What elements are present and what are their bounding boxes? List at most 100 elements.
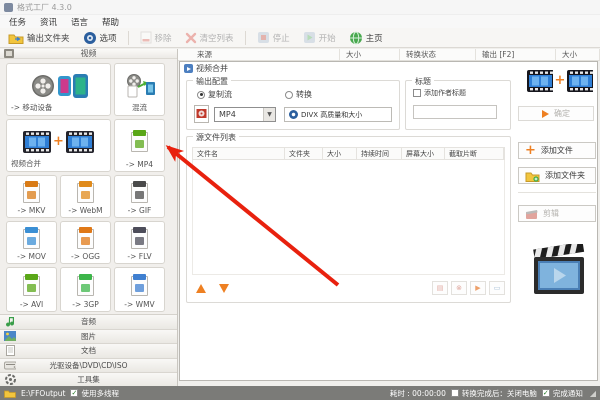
webm-file-icon [77,180,94,203]
video-file-icon [184,64,193,73]
3gp-file-icon [77,273,94,296]
ok-button[interactable]: 确定 [518,106,594,121]
menu-language[interactable]: 语言 [71,16,88,28]
output-folder-button[interactable]: 输出文件夹 [6,29,72,47]
file-list-body[interactable] [192,160,505,275]
menu-help[interactable]: 帮助 [102,16,119,28]
sidebar-section-audio[interactable]: 音频 [0,315,177,330]
column-source[interactable]: 来源 [178,49,340,60]
card-video-merge[interactable]: + 视频合并 [6,119,111,172]
wmv-file-icon [131,273,148,296]
column-clip[interactable]: 截取片断 [445,148,504,159]
folder-icon [4,389,16,398]
card-to-flv[interactable]: -> FLV [114,221,165,264]
chevron-down-icon: ▼ [263,108,275,121]
ogg-file-icon [77,226,94,249]
sidebar-section-optical[interactable]: 光驱设备\DVD\CD\ISO [0,358,177,373]
sidebar-section-video[interactable]: 视频 [0,49,177,59]
column-filesize[interactable]: 大小 [323,148,357,159]
title-group: 标题 添加作者标题 [405,76,511,130]
resize-grip[interactable]: ◢ [590,389,596,398]
flv-file-icon [131,226,148,249]
column-status[interactable]: 转换状态 [400,49,476,60]
card-to-mp4[interactable]: -> MP4 [114,119,165,172]
elapsed-time: 耗时 : 00:00:00 [389,388,446,398]
format-select[interactable]: MP4 ▼ [214,107,276,122]
remove-icon [140,31,152,44]
video-merge-dialog: 视频合并 输出配置 复制流 转换 MP4 ▼ DIVX 高质量和大小 标题 添加… [179,61,598,381]
column-folder[interactable]: 文件夹 [285,148,323,159]
radio-convert[interactable]: 转换 [285,89,312,100]
sidebar: 视频 -> 移动设备 混流 + 视频合并 -> MP4 -> MKV -> We… [0,49,178,388]
add-file-button[interactable]: + 添加文件 [518,142,596,159]
menu-task[interactable]: 任务 [9,16,26,28]
divider [518,192,596,193]
card-to-mkv[interactable]: -> MKV [6,175,57,218]
output-path[interactable]: E:\FFOutput [21,389,65,398]
checkbox-icon [450,389,459,397]
move-up-button[interactable] [196,283,206,293]
window-title: 格式工厂 4.3.0 [17,2,72,12]
radio-icon [285,90,293,99]
author-title-input[interactable] [413,105,497,119]
column-output[interactable]: 输出 [F2] [476,49,556,60]
column-filename[interactable]: 文件名 [193,148,285,159]
card-to-3gp[interactable]: -> 3GP [60,267,111,312]
menu-news[interactable]: 资讯 [40,16,57,28]
remove-button[interactable]: 移除 [138,29,174,47]
card-to-mov[interactable]: -> MOV [6,221,57,264]
plus-icon: + [53,133,64,149]
target-icon [289,110,298,119]
radio-copy-stream[interactable]: 复制流 [197,89,232,100]
task-list-header: 来源 大小 转换状态 输出 [F2] 大小 [178,49,600,61]
column-size-2[interactable]: 大小 [556,49,600,60]
card-mux[interactable]: 混流 [114,63,165,116]
card-to-mobile-device[interactable]: -> 移动设备 [6,63,111,116]
quality-button[interactable]: DIVX 高质量和大小 [284,107,392,122]
options-button[interactable]: 选项 [81,29,119,47]
folder-icon [8,32,24,44]
mov-file-icon [23,226,40,249]
start-icon [303,31,316,44]
stop-icon [257,31,270,44]
play-item-button[interactable]: ▶ [470,281,486,295]
card-to-avi[interactable]: -> AVI [6,267,57,312]
card-to-ogg[interactable]: -> OGG [60,221,111,264]
add-folder-button[interactable]: 添加文件夹 [518,167,596,184]
home-button[interactable]: 主页 [347,29,385,47]
screen-info-button[interactable]: ▭ [489,281,505,295]
column-screensize[interactable]: 屏幕大小 [402,148,445,159]
content-area: 来源 大小 转换状态 输出 [F2] 大小 视频合并 输出配置 复制流 转换 M… [178,49,600,386]
merge-illustration: + [527,70,593,92]
output-config-group: 输出配置 复制流 转换 MP4 ▼ DIVX 高质量和大小 [186,76,400,130]
sidebar-section-document[interactable]: 文档 [0,344,177,359]
film-reel-phone-icon [30,73,88,99]
clip-button[interactable]: 剪辑 [518,205,596,222]
multithread-checkbox[interactable]: ✓ 使用多线程 [70,388,119,399]
clear-list-button[interactable]: 清空列表 [183,29,236,47]
stop-button[interactable]: 停止 [255,29,292,47]
toolbar-separator [244,30,246,45]
shutdown-checkbox[interactable]: 转换完成后：关闭电脑 [450,388,537,399]
clear-items-button[interactable]: ⊗ [451,281,467,295]
toolbar-separator [127,30,129,45]
clapperboard-image [532,244,586,296]
mp4-file-icon [131,129,148,152]
move-down-button[interactable] [219,283,229,293]
card-to-gif[interactable]: -> GIF [114,175,165,218]
start-button[interactable]: 开始 [301,29,338,47]
card-to-wmv[interactable]: -> WMV [114,267,165,312]
sidebar-section-picture[interactable]: 图片 [0,329,177,344]
notify-checkbox[interactable]: ✓ 完成通知 [541,388,583,399]
add-author-title-checkbox[interactable]: 添加作者标题 [413,88,466,98]
column-duration[interactable]: 持续时间 [357,148,402,159]
checkbox-checked-icon: ✓ [70,389,79,397]
clip-icon [525,208,538,220]
radio-icon [197,90,205,99]
remove-item-button[interactable]: ▤ [432,281,448,295]
app-icon [4,2,13,12]
column-size[interactable]: 大小 [340,49,400,60]
gif-file-icon [131,180,148,203]
card-to-webm[interactable]: -> WebM [60,175,111,218]
main-area: 视频 -> 移动设备 混流 + 视频合并 -> MP4 -> MKV -> We… [0,49,600,388]
